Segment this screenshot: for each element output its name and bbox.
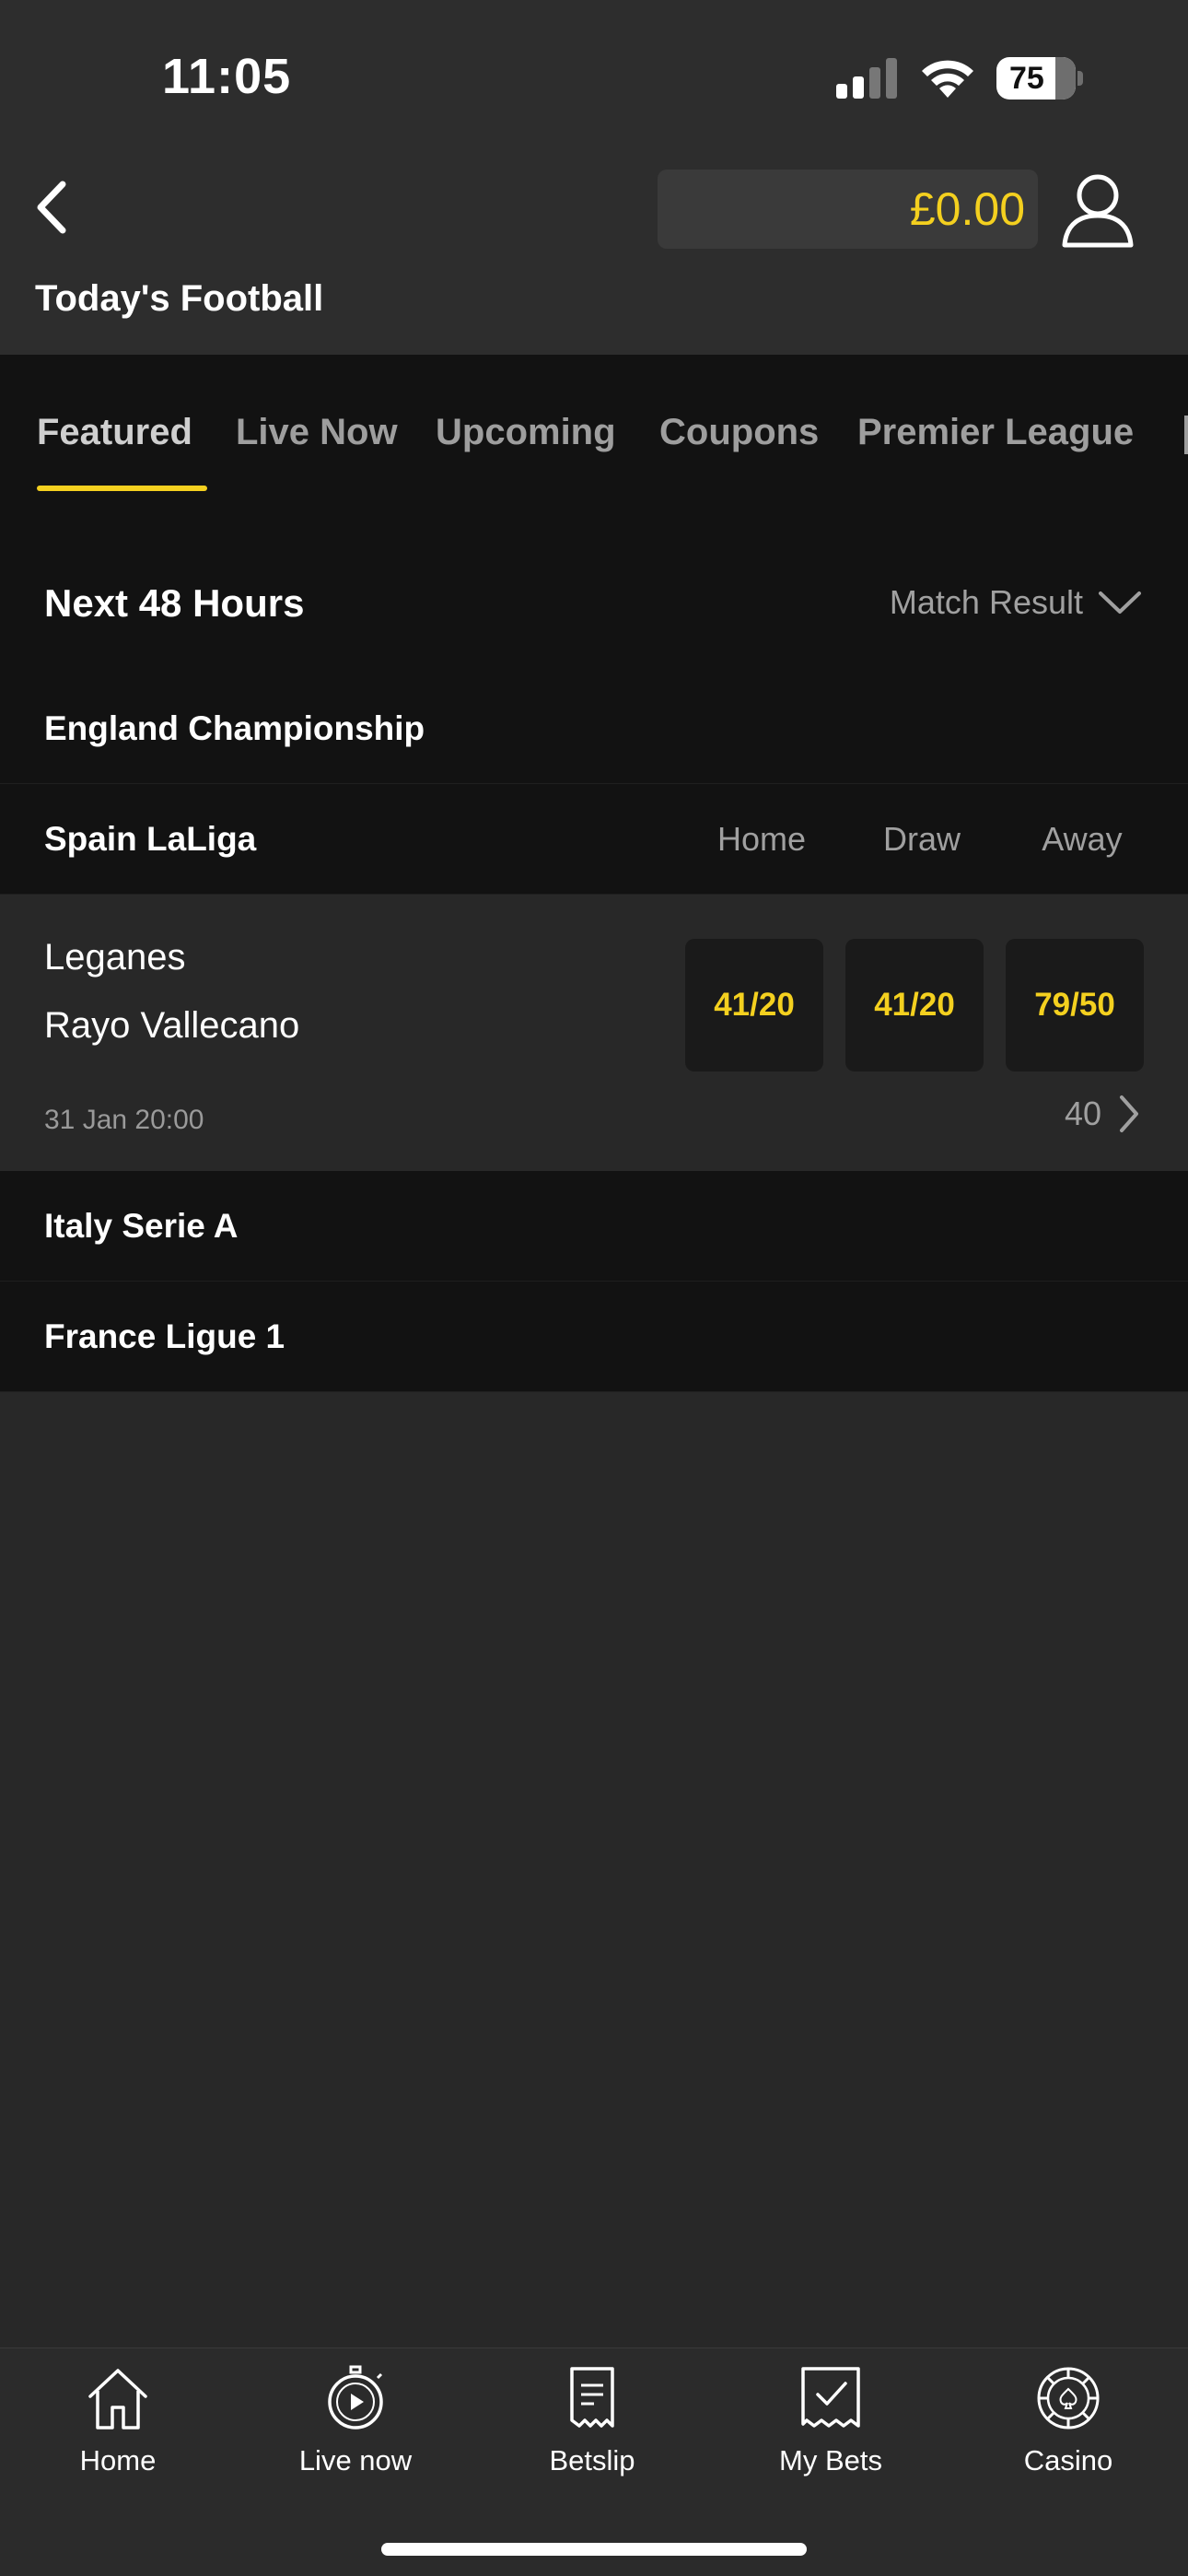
odds-button-draw[interactable]: 41/20 <box>845 939 984 1071</box>
odds-group: 41/20 41/20 79/50 <box>685 939 1144 1071</box>
column-home: Home <box>716 820 807 858</box>
odds-button-home[interactable]: 41/20 <box>685 939 823 1071</box>
nav-betslip[interactable]: Betslip <box>509 2365 675 2477</box>
market-dropdown[interactable]: Match Result <box>890 583 1142 622</box>
nav-label: Live now <box>298 2444 413 2476</box>
my-bets-check-icon <box>801 2367 860 2428</box>
odds-button-away[interactable]: 79/50 <box>1006 939 1144 1071</box>
league-name: France Ligue 1 <box>44 1317 285 1355</box>
nav-label: My Bets <box>779 2444 882 2476</box>
battery-level: 75 <box>1009 60 1044 96</box>
home-icon <box>88 2369 147 2430</box>
match-card[interactable]: Leganes Rayo Vallecano 31 Jan 20:00 41/2… <box>0 895 1188 1171</box>
league-name: England Championship <box>44 708 425 747</box>
match-datetime: 31 Jan 20:00 <box>44 1105 204 1135</box>
status-time: 11:05 <box>162 49 292 104</box>
betslip-icon <box>570 2367 614 2428</box>
cellular-signal-icon <box>836 58 897 99</box>
nav-home[interactable]: Home <box>35 2365 201 2477</box>
bottom-nav: Home Live now Betslip My Bets Casino <box>0 2348 1188 2576</box>
tab-overflow-hint <box>1184 416 1188 454</box>
nav-label: Home <box>79 2444 157 2476</box>
more-markets-count: 40 <box>1064 1095 1101 1132</box>
chevron-right-icon <box>1120 1095 1138 1132</box>
more-markets-link[interactable]: 40 <box>1065 1094 1140 1134</box>
chevron-down-icon <box>1099 591 1141 614</box>
league-name: Italy Serie A <box>44 1206 239 1245</box>
tab-premier-league[interactable]: Premier League <box>857 412 1134 453</box>
live-stopwatch-icon <box>328 2365 383 2430</box>
tab-featured[interactable]: Featured <box>37 412 192 453</box>
league-name: Spain LaLiga <box>44 819 257 858</box>
page-title: Today's Football <box>35 278 324 319</box>
section-header: Next 48 Hours Match Result <box>0 493 1188 677</box>
account-icon[interactable] <box>1061 171 1135 249</box>
balance-button[interactable]: £0.00 <box>658 170 1038 249</box>
app-screen: 11:05 75 £0.00 Today's Football Featured… <box>0 0 1188 2576</box>
home-team: Leganes <box>44 937 186 978</box>
league-row-england-championship[interactable]: England Championship <box>0 673 1188 784</box>
league-row-spain-laliga[interactable]: Spain LaLiga Home Draw Away <box>0 784 1188 895</box>
odds-column-headers: Home Draw Away <box>681 784 1162 895</box>
column-away: Away <box>1042 820 1123 858</box>
nav-my-bets[interactable]: My Bets <box>748 2365 914 2477</box>
casino-chip-icon <box>1037 2367 1100 2430</box>
league-row-italy-serie-a[interactable]: Italy Serie A <box>0 1171 1188 1282</box>
back-chevron-icon[interactable] <box>29 175 76 240</box>
nav-label: Casino <box>1023 2444 1113 2476</box>
nav-live-now[interactable]: Live now <box>273 2365 438 2477</box>
tab-live-now[interactable]: Live Now <box>236 412 398 453</box>
section-title: Next 48 Hours <box>44 581 305 625</box>
balance-amount: £0.00 <box>909 183 1025 235</box>
battery-indicator: 75 <box>996 57 1076 100</box>
active-tab-indicator <box>37 486 207 491</box>
column-draw: Draw <box>882 820 961 858</box>
away-team: Rayo Vallecano <box>44 1005 300 1046</box>
tab-coupons[interactable]: Coupons <box>659 412 819 453</box>
nav-label: Betslip <box>549 2444 635 2476</box>
tab-bar: Featured Live Now Upcoming Coupons Premi… <box>0 355 1188 493</box>
status-icons: 75 <box>834 57 1083 100</box>
wifi-icon <box>922 60 973 98</box>
home-indicator[interactable] <box>381 2543 807 2556</box>
nav-casino[interactable]: Casino <box>985 2365 1151 2477</box>
market-dropdown-label: Match Result <box>889 583 1083 621</box>
tab-upcoming[interactable]: Upcoming <box>436 412 616 453</box>
league-row-france-ligue-1[interactable]: France Ligue 1 <box>0 1282 1188 1392</box>
header: 11:05 75 £0.00 Today's Football <box>0 0 1188 355</box>
